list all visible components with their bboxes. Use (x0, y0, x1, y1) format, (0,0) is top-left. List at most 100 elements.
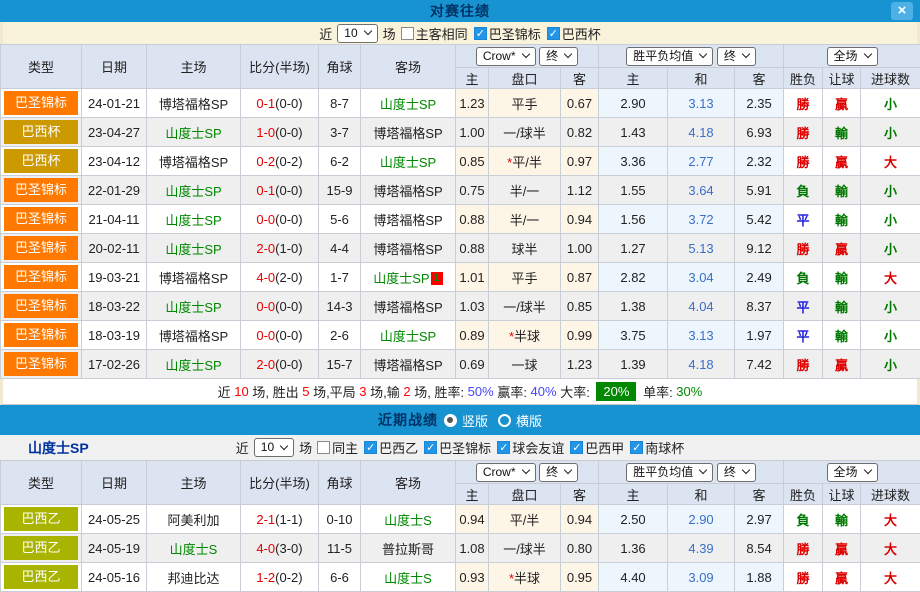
recent-near-games-select[interactable]: 10 (254, 438, 294, 457)
chevron-down-icon (742, 50, 750, 58)
away-team-name: 博塔福格SP (373, 213, 442, 228)
away-team-name: 山度士SP (380, 329, 436, 344)
close-button[interactable]: × (891, 2, 913, 20)
filter-checkbox[interactable]: 巴西甲 (570, 438, 624, 457)
avg-final-select[interactable]: 终 (717, 47, 756, 66)
scope-select[interactable]: 全场 (827, 463, 878, 482)
filter-checkbox[interactable]: 南球杯 (630, 438, 684, 457)
h2h-near-games-select[interactable]: 10 (337, 24, 377, 43)
halftime-score: (1-1) (275, 512, 302, 527)
odds-company-select[interactable]: Crow* (476, 47, 536, 66)
summary-text: 场,输 (367, 382, 404, 401)
checkbox-label: 南球杯 (645, 438, 684, 457)
result-handicap: 輸 (823, 321, 861, 350)
odds-away: 0.85 (561, 292, 599, 321)
match-score: 1-0(0-0) (241, 118, 319, 147)
col-odds-line: 盘口 (489, 68, 561, 89)
avg-away: 8.54 (735, 534, 784, 563)
layout-radio[interactable]: 横版 (498, 411, 542, 430)
odds-away: 0.94 (561, 505, 599, 534)
result-outcome: 勝 (784, 89, 823, 118)
match-date: 19-03-21 (82, 263, 147, 292)
match-score: 0-0(0-0) (241, 205, 319, 234)
home-team: 博塔福格SP (147, 321, 241, 350)
filter-checkbox[interactable]: 主客相同 (401, 24, 468, 43)
result-outcome: 負 (784, 176, 823, 205)
select-value: 全场 (834, 465, 858, 479)
avg-home: 2.90 (599, 89, 668, 118)
match-row: 巴西乙24-05-25阿美利加2-1(1-1)0-10山度士S0.94平/半0.… (1, 505, 920, 534)
away-team-name: 博塔福格SP (373, 184, 442, 199)
filter-checkbox[interactable]: 巴西杯 (547, 24, 601, 43)
odds-handicap-line: *半球 (489, 563, 561, 592)
avg-home: 1.55 (599, 176, 668, 205)
checkbox-label: 巴圣锦标 (489, 24, 541, 43)
filter-checkbox[interactable]: 巴圣锦标 (424, 438, 491, 457)
league-badge: 巴圣锦标 (4, 294, 78, 318)
col-odds-home: 主 (456, 68, 489, 89)
handicap-line-text: 一/球半 (503, 300, 546, 315)
scope-select[interactable]: 全场 (827, 47, 878, 66)
fulltime-score: 2-1 (256, 512, 275, 527)
home-team: 山度士SP (147, 205, 241, 234)
avg-type-select[interactable]: 胜平负均值 (626, 47, 713, 66)
filter-checkbox[interactable]: 同主 (317, 438, 358, 457)
handicap-line-text: 平手 (511, 97, 537, 112)
h2h-table: 类型 日期 主场 比分(半场) 角球 客场 Crow* 终 胜平负均值 终 全场… (0, 44, 920, 379)
match-score: 4-0(3-0) (241, 534, 319, 563)
dialog-title: 对赛往绩 (430, 1, 490, 21)
avg-draw: 4.18 (668, 118, 735, 147)
chevron-down-icon (564, 50, 572, 58)
away-team: 博塔福格SP (361, 118, 456, 147)
result-outcome: 勝 (784, 350, 823, 379)
league-cell: 巴圣锦标 (1, 234, 82, 263)
result-handicap: 輸 (823, 176, 861, 205)
result-goals: 小 (861, 205, 920, 234)
home-team: 博塔福格SP (147, 147, 241, 176)
odds-home: 0.94 (456, 505, 489, 534)
result-goals: 大 (861, 147, 920, 176)
corner-score: 6-6 (319, 563, 361, 592)
match-row: 巴西乙24-05-19山度士S4-0(3-0)11-5普拉斯哥1.08一/球半0… (1, 534, 920, 563)
col-home: 主场 (147, 461, 241, 505)
avg-type-select[interactable]: 胜平负均值 (626, 463, 713, 482)
filter-checkbox[interactable]: 巴西乙 (364, 438, 418, 457)
col-date: 日期 (82, 45, 147, 89)
summary-text: 近 (218, 382, 235, 401)
corner-score: 1-7 (319, 263, 361, 292)
odds-final-select[interactable]: 终 (539, 47, 578, 66)
result-goals: 小 (861, 118, 920, 147)
halftime-score: (0-0) (275, 357, 302, 372)
filter-checkbox[interactable]: 巴圣锦标 (474, 24, 541, 43)
avg-away: 2.97 (735, 505, 784, 534)
result-outcome: 平 (784, 321, 823, 350)
corner-score: 6-2 (319, 147, 361, 176)
summary-stat: 20% (596, 382, 636, 401)
avg-away: 2.32 (735, 147, 784, 176)
odds-home: 0.75 (456, 176, 489, 205)
layout-radio[interactable]: 竖版 (444, 411, 488, 430)
odds-company-select[interactable]: Crow* (476, 463, 536, 482)
checkbox-checked-icon (424, 441, 437, 454)
layout-radio-group: 竖版 横版 (444, 411, 542, 430)
odds-handicap-line: 平手 (489, 263, 561, 292)
away-team: 博塔福格SP (361, 234, 456, 263)
checkbox-checked-icon (570, 441, 583, 454)
radio-label: 横版 (516, 411, 542, 430)
away-team-name: 山度士SP (373, 271, 429, 286)
avg-final-select[interactable]: 终 (717, 463, 756, 482)
avg-home: 3.36 (599, 147, 668, 176)
avg-draw: 3.13 (668, 89, 735, 118)
odds-final-select[interactable]: 终 (539, 463, 578, 482)
league-cell: 巴西乙 (1, 563, 82, 592)
filter-checkbox[interactable]: 球会友谊 (497, 438, 564, 457)
away-team-name: 普拉斯哥 (382, 542, 434, 557)
halftime-score: (0-2) (275, 570, 302, 585)
league-badge: 巴西杯 (4, 120, 78, 144)
halftime-score: (0-0) (275, 328, 302, 343)
col-avg-home: 主 (599, 68, 668, 89)
avg-away: 5.91 (735, 176, 784, 205)
home-team: 山度士SP (147, 350, 241, 379)
select-value: 10 (261, 440, 274, 454)
halftime-score: (2-0) (275, 270, 302, 285)
